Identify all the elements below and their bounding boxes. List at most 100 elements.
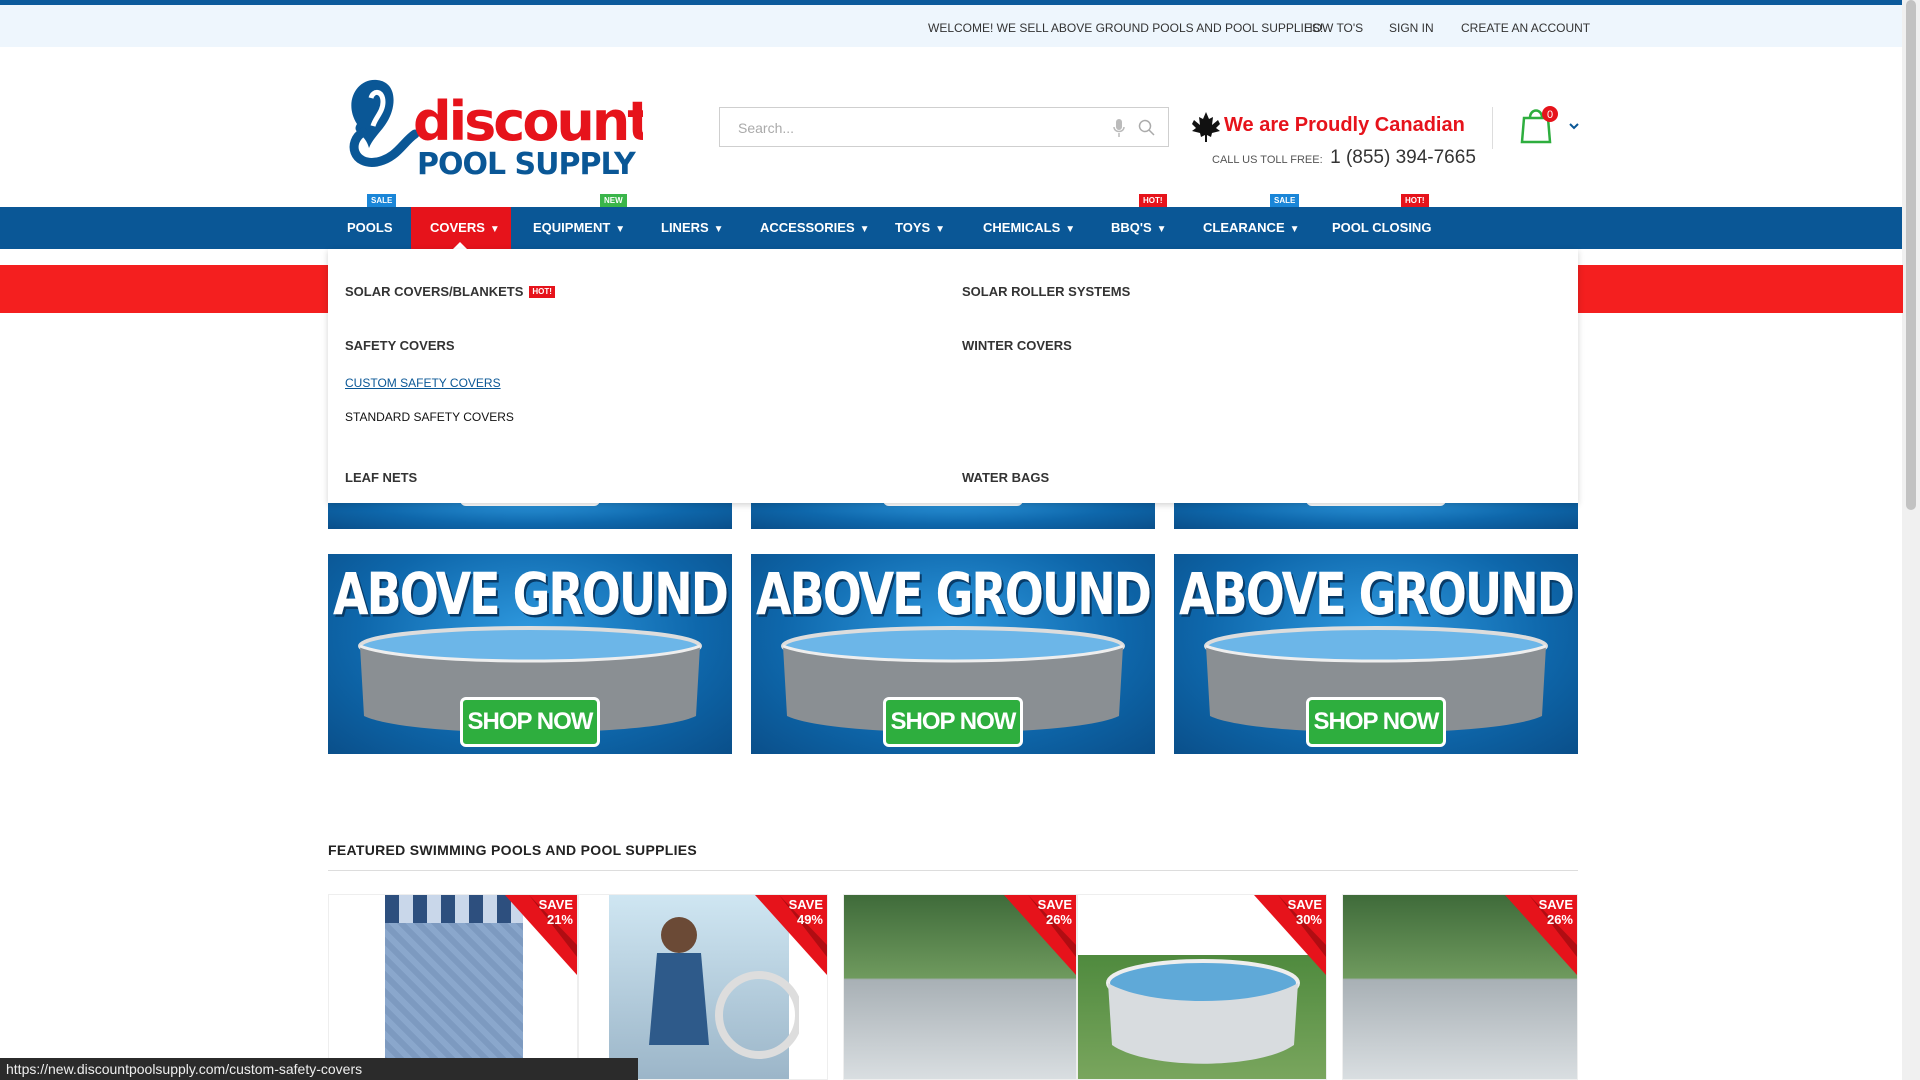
nav-item-toys[interactable]: TOYS ▼ xyxy=(876,207,964,249)
nav-item-accessories[interactable]: ACCESSORIES ▼ xyxy=(741,207,889,249)
nav-label: TOYS xyxy=(895,220,931,235)
save-label: SAVE xyxy=(538,897,573,912)
nav-active-arrow xyxy=(453,242,467,249)
main-nav: POOLS COVERS ▼ EQUIPMENT ▼ LINERS ▼ ACCESSO… xyxy=(0,207,1902,249)
create-account-link[interactable]: CREATE AN ACCOUNT xyxy=(1461,21,1590,35)
microphone-icon[interactable] xyxy=(1112,118,1126,138)
save-ribbon: SAVE 21% xyxy=(505,895,577,975)
chevron-down-icon: ▼ xyxy=(935,224,946,235)
maple-leaf-icon xyxy=(1192,112,1220,142)
chevron-down-icon: ▼ xyxy=(859,224,870,235)
shop-now-button[interactable]: SHOP NOW xyxy=(460,697,600,747)
chevron-down-icon: ▼ xyxy=(615,224,626,235)
proudly-canadian: We are Proudly Canadian xyxy=(1190,112,1465,147)
nav-item-clearance[interactable]: CLEARANCE ▼ xyxy=(1184,207,1319,249)
save-label: SAVE xyxy=(1538,897,1573,912)
save-ribbon: SAVE 26% xyxy=(1004,895,1076,975)
save-percent: 21% xyxy=(546,912,573,927)
promo-band xyxy=(0,265,328,313)
nav-label: COVERS xyxy=(430,220,485,235)
chevron-down-icon: ▼ xyxy=(1289,224,1300,235)
product-card[interactable]: SAVE 30% xyxy=(1077,894,1327,1080)
menu-leaf-nets[interactable]: LEAF NETS xyxy=(345,470,417,485)
scrollbar-thumb[interactable] xyxy=(1906,0,1916,510)
cart-button[interactable]: 0 xyxy=(1520,104,1580,149)
cart-count: 0 xyxy=(1547,109,1553,121)
save-label: SAVE xyxy=(1037,897,1072,912)
menu-solar-covers[interactable]: SOLAR COVERS/BLANKETS HOT! xyxy=(345,284,555,299)
welcome-text: WELCOME! WE SELL ABOVE GROUND POOLS AND … xyxy=(928,21,1324,35)
save-percent: 26% xyxy=(1546,912,1573,927)
menu-solar-roller[interactable]: SOLAR ROLLER SYSTEMS xyxy=(962,284,1130,299)
save-ribbon: SAVE 30% xyxy=(1254,895,1326,975)
canadian-text: We are Proudly Canadian xyxy=(1224,114,1465,136)
nav-item-liners[interactable]: LINERS ▼ xyxy=(642,207,743,249)
featured-divider xyxy=(328,870,1578,871)
chevron-down-icon: ▼ xyxy=(713,224,724,235)
browser-status-url: https://new.discountpoolsupply.com/custo… xyxy=(0,1058,638,1080)
hot-badge: HOT! xyxy=(1401,194,1429,207)
menu-custom-safety-covers[interactable]: CUSTOM SAFETY COVERS xyxy=(345,376,501,390)
liner-border xyxy=(385,895,523,923)
menu-water-bags[interactable]: WATER BAGS xyxy=(962,470,1049,485)
toll-free: CALL US TOLL FREE: 1 (855) 394-7665 xyxy=(1212,147,1476,169)
featured-title: FEATURED SWIMMING POOLS AND POOL SUPPLIE… xyxy=(328,842,698,858)
menu-standard-safety-covers[interactable]: STANDARD SAFETY COVERS xyxy=(345,410,514,424)
shop-now-button[interactable]: SHOP NOW xyxy=(883,697,1023,747)
solar-covers-label: SOLAR COVERS/BLANKETS xyxy=(345,284,524,299)
menu-winter-covers[interactable]: WINTER COVERS xyxy=(962,338,1072,353)
signin-link[interactable]: SIGN IN xyxy=(1389,21,1434,35)
banner-above-ground-pools[interactable]: ABOVE GROUND POOLS SHOP NOW xyxy=(1174,554,1578,754)
nav-label: CLEARANCE xyxy=(1203,220,1285,235)
site-logo[interactable]: discount POOL SUPPLY xyxy=(343,72,655,182)
save-label: SAVE xyxy=(1287,897,1322,912)
new-badge: NEW xyxy=(600,194,627,207)
product-card[interactable]: SAVE 49% xyxy=(578,894,828,1080)
banner-above-ground-pools[interactable]: ABOVE GROUND POOLS SHOP NOW xyxy=(328,554,732,754)
shop-now-button[interactable]: SHOP NOW xyxy=(1306,697,1446,747)
top-bar: WELCOME! WE SELL ABOVE GROUND POOLS AND … xyxy=(0,5,1902,47)
save-percent: 30% xyxy=(1295,912,1322,927)
search-box[interactable]: Search... xyxy=(719,107,1169,147)
nav-item-pool-closing[interactable]: POOL CLOSING xyxy=(1313,207,1450,249)
product-card[interactable]: SAVE 21% xyxy=(328,894,578,1080)
covers-dropdown: SOLAR COVERS/BLANKETS HOT! SOLAR ROLLER S… xyxy=(328,249,1578,503)
logo-line2: POOL SUPPLY xyxy=(417,147,637,182)
promo-band xyxy=(1578,265,1903,313)
nav-label: CHEMICALS xyxy=(983,220,1061,235)
search-icon[interactable] xyxy=(1138,119,1156,137)
nav-label: ACCESSORIES xyxy=(760,220,855,235)
sale-badge: SALE xyxy=(1270,194,1300,207)
chevron-down-icon: ▼ xyxy=(1065,224,1076,235)
logo-line1: discount xyxy=(413,90,643,153)
nav-item-pools[interactable]: POOLS xyxy=(328,207,412,249)
menu-safety-covers[interactable]: SAFETY COVERS xyxy=(345,338,455,353)
nav-label: EQUIPMENT xyxy=(533,220,611,235)
save-percent: 26% xyxy=(1045,912,1072,927)
chevron-down-icon: ▼ xyxy=(1156,224,1167,235)
search-input[interactable]: Search... xyxy=(738,120,794,136)
sale-badge: SALE xyxy=(367,194,397,207)
save-percent: 49% xyxy=(796,912,823,927)
save-label: SAVE xyxy=(788,897,823,912)
nav-item-equipment[interactable]: EQUIPMENT ▼ xyxy=(514,207,644,249)
nav-label: POOLS xyxy=(347,220,393,235)
logo-icon: discount POOL SUPPLY xyxy=(349,79,655,182)
nav-label: LINERS xyxy=(661,220,709,235)
howtos-link[interactable]: HOW TO'S xyxy=(1304,21,1363,35)
save-ribbon: SAVE 49% xyxy=(755,895,827,975)
nav-label: POOL CLOSING xyxy=(1332,220,1432,235)
nav-label: BBQ'S xyxy=(1111,220,1152,235)
nav-item-bbqs[interactable]: BBQ'S ▼ xyxy=(1092,207,1186,249)
nav-item-chemicals[interactable]: CHEMICALS ▼ xyxy=(964,207,1094,249)
save-ribbon: SAVE 26% xyxy=(1505,895,1577,975)
hot-badge: HOT! xyxy=(1139,194,1167,207)
chevron-down-icon: ▼ xyxy=(489,224,500,235)
tollfree-label: CALL US TOLL FREE: xyxy=(1212,154,1323,166)
tollfree-number[interactable]: 1 (855) 394-7665 xyxy=(1330,147,1476,168)
product-card[interactable]: SAVE 26% xyxy=(1342,894,1578,1080)
shopping-bag-icon: 0 xyxy=(1520,106,1579,144)
banner-above-ground-pools[interactable]: ABOVE GROUND POOLS SHOP NOW xyxy=(751,554,1155,754)
header-divider xyxy=(1492,107,1493,149)
product-card[interactable]: SAVE 26% xyxy=(843,894,1077,1080)
